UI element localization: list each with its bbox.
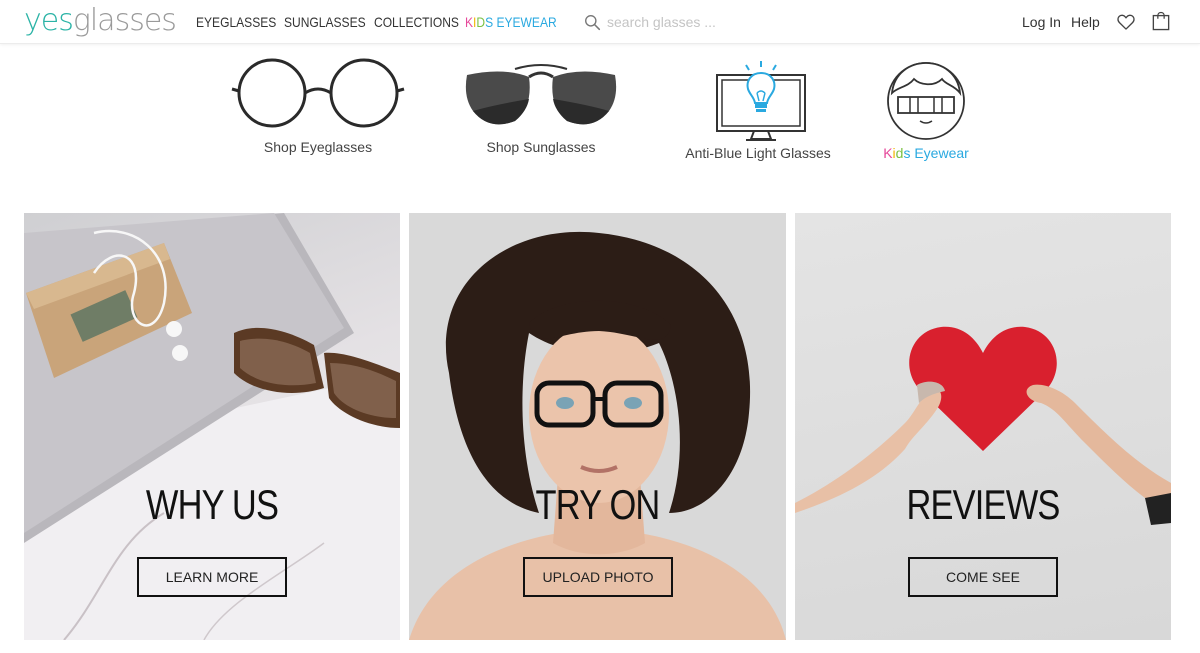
- category-eyeglasses[interactable]: Shop Eyeglasses: [218, 55, 418, 155]
- nav-sunglasses[interactable]: SUNGLASSES: [284, 14, 366, 30]
- learn-more-button[interactable]: LEARN MORE: [137, 557, 287, 597]
- kids-eyewear-text: Eyewear: [914, 145, 969, 161]
- kids-letter: s: [903, 145, 911, 161]
- category-kids-eyewear[interactable]: Kids Eyewear: [826, 55, 1026, 161]
- nav-eyeglasses[interactable]: EYEGLASSES: [196, 14, 276, 30]
- kids-eyewear-text: EYEWEAR: [496, 14, 557, 30]
- site-header: yes glasses EYEGLASSES SUNGLASSES COLLECT…: [0, 0, 1200, 44]
- sunglasses-icon: [465, 64, 617, 125]
- help-link[interactable]: Help: [1071, 14, 1100, 30]
- login-link[interactable]: Log In: [1022, 14, 1061, 30]
- brand-logo[interactable]: yes glasses: [24, 3, 177, 39]
- kids-letter: S: [485, 14, 494, 30]
- promo-tile-reviews[interactable]: REVIEWS COME SEE: [795, 213, 1171, 640]
- nav-kids-eyewear[interactable]: KIDS EYEWEAR: [465, 14, 557, 30]
- upload-photo-button[interactable]: UPLOAD PHOTO: [523, 557, 673, 597]
- kids-letter: K: [883, 145, 893, 161]
- monitor-lightbulb-icon: [716, 61, 806, 141]
- kid-face-icon: [887, 62, 965, 140]
- logo-yes: yes: [24, 3, 74, 38]
- search-input[interactable]: [607, 14, 807, 30]
- tile-title: WHY US: [145, 481, 279, 528]
- category-label: Shop Eyeglasses: [263, 139, 373, 155]
- search-bar: [584, 11, 824, 33]
- bag-icon[interactable]: [1152, 11, 1170, 31]
- category-label: Kids Eyewear: [826, 145, 1026, 161]
- heart-icon[interactable]: [1116, 12, 1136, 32]
- come-see-button[interactable]: COME SEE: [908, 557, 1058, 597]
- nav-collections[interactable]: COLLECTIONS: [374, 14, 459, 30]
- promo-tile-why-us[interactable]: WHY US LEARN MORE: [24, 213, 400, 640]
- tile-title: REVIEWS: [906, 481, 1060, 528]
- eyeglasses-icon: [231, 58, 405, 128]
- search-icon[interactable]: [584, 14, 601, 31]
- promo-tile-try-on[interactable]: TRY ON UPLOAD PHOTO: [409, 213, 786, 640]
- logo-glasses: glasses: [72, 3, 177, 38]
- category-label: Shop Sunglasses: [486, 139, 596, 155]
- category-sunglasses[interactable]: Shop Sunglasses: [441, 55, 641, 155]
- tile-title: TRY ON: [535, 481, 661, 528]
